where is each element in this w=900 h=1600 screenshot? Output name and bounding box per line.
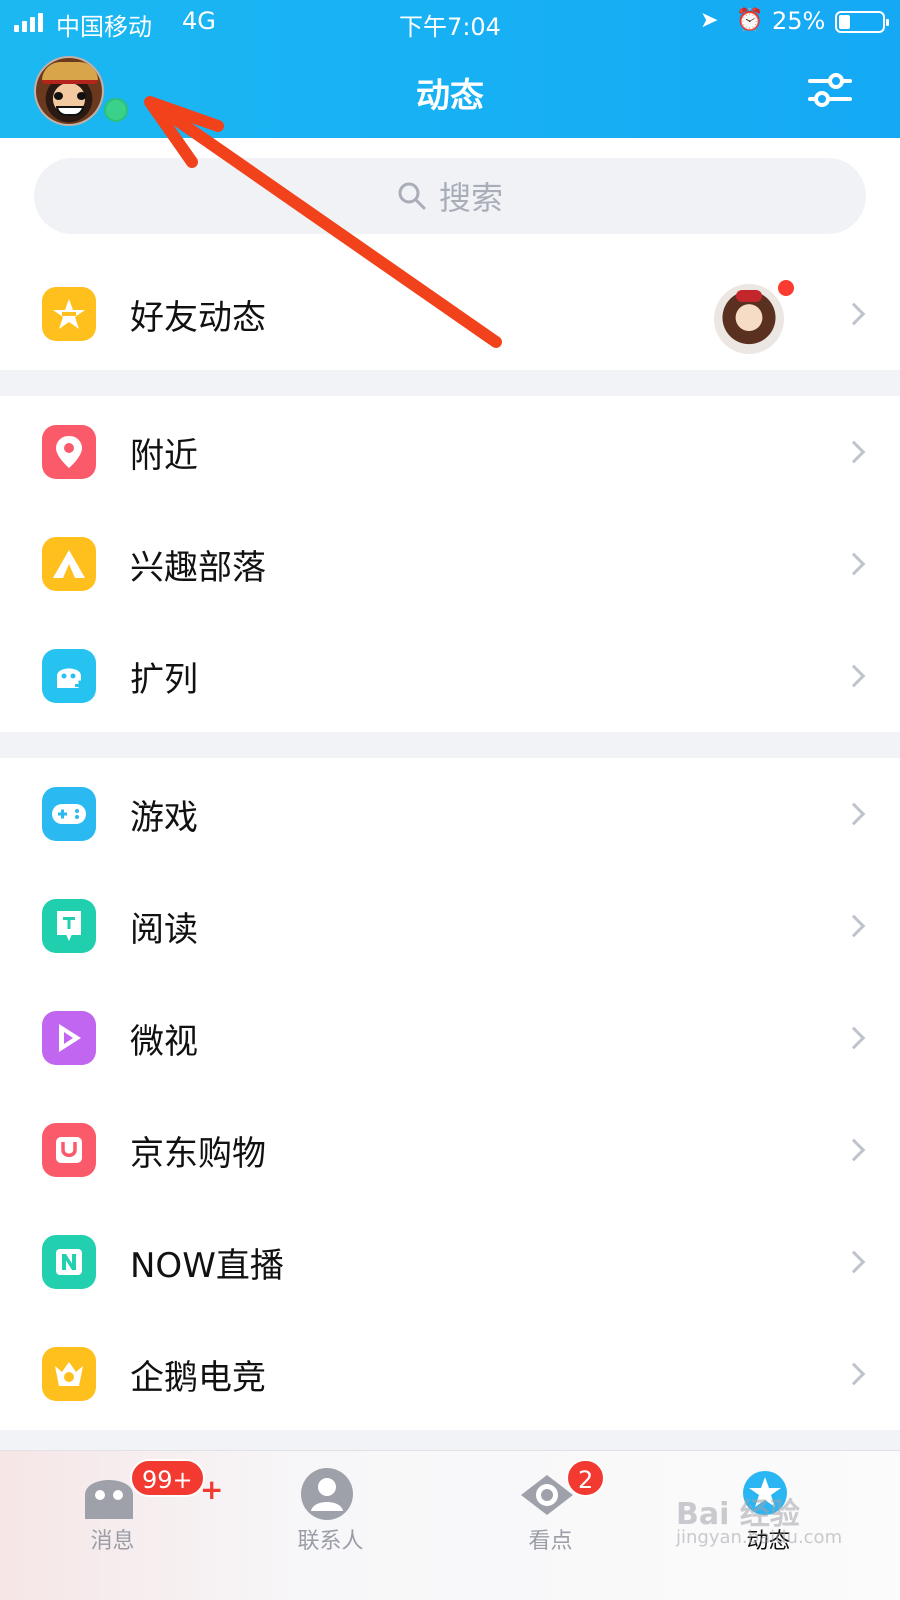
list-item-label: 游戏 — [130, 797, 198, 838]
search-placeholder: 搜索 — [438, 179, 503, 217]
gamepad-icon — [42, 787, 96, 841]
battery-percent: 25% — [772, 7, 826, 35]
tab-contacts[interactable]: 联系人 — [218, 1451, 443, 1600]
list-item-label: 附近 — [130, 435, 198, 476]
group-friends: 好友动态 — [0, 258, 900, 370]
list-item-label: 阅读 — [130, 909, 198, 950]
shopping-bag-icon — [42, 1123, 96, 1177]
list-item-label: 扩列 — [130, 659, 198, 700]
ghost-add-icon — [42, 649, 96, 703]
top-header: 中国移动 4G 下午7:04 ➤ ⏰ 25% 动态 — [0, 0, 900, 138]
now-live-icon — [42, 1235, 96, 1289]
watermark-url: jingyan.baidu.com — [676, 1527, 843, 1548]
bookmark-icon — [42, 899, 96, 953]
list-item-reading[interactable]: 阅读 — [0, 870, 900, 982]
list-item-jd-shopping[interactable]: 京东购物 — [0, 1094, 900, 1206]
chevron-right-icon — [842, 552, 866, 576]
chevron-right-icon — [842, 302, 866, 326]
tab-label: 联系人 — [297, 1529, 364, 1554]
page-title: 动态 — [416, 76, 484, 116]
unread-badge: 99+ — [130, 1459, 205, 1497]
list-item-expand[interactable]: 扩列 — [0, 620, 900, 732]
unread-dot — [776, 278, 796, 298]
list-item-games[interactable]: 游戏 — [0, 758, 900, 870]
list-item-label: 微视 — [130, 1021, 198, 1062]
qzone-star-icon — [42, 287, 96, 341]
list-item-nearby[interactable]: 附近 — [0, 396, 900, 508]
tab-messages[interactable]: 99+ + 消息 — [0, 1451, 225, 1600]
bottom-tab-bar: 99+ + 消息 联系人 2 看点 动态 Bai 经验 jingyan.baid… — [0, 1450, 900, 1600]
chevron-right-icon — [842, 914, 866, 938]
list-item-label: 京东购物 — [130, 1133, 266, 1174]
esports-crown-icon — [42, 1347, 96, 1401]
chevron-right-icon — [842, 1250, 866, 1274]
list-item-label: NOW直播 — [130, 1245, 284, 1286]
location-pin-icon — [42, 425, 96, 479]
chevron-right-icon — [842, 1026, 866, 1050]
search-icon — [398, 182, 426, 210]
chevron-right-icon — [842, 664, 866, 688]
list-item-penguin-esports[interactable]: 企鹅电竞 — [0, 1318, 900, 1430]
unread-badge: 2 — [566, 1459, 606, 1497]
tab-label: 看点 — [528, 1529, 573, 1554]
list-item-friend-feed[interactable]: 好友动态 — [0, 258, 900, 370]
battery-icon — [835, 11, 889, 33]
play-icon — [42, 1011, 96, 1065]
alarm-icon: ⏰ — [736, 8, 764, 33]
list-item-label: 企鹅电竞 — [130, 1357, 266, 1398]
battery-level — [839, 15, 850, 29]
tab-kandian[interactable]: 2 看点 — [438, 1451, 663, 1600]
list-item-label: 好友动态 — [130, 297, 266, 338]
chevron-right-icon — [842, 1362, 866, 1386]
sliders-icon[interactable] — [808, 68, 852, 112]
list-item-tribes[interactable]: 兴趣部落 — [0, 508, 900, 620]
search-area: 搜索 — [0, 138, 900, 258]
chevron-right-icon — [842, 802, 866, 826]
chevron-right-icon — [842, 1138, 866, 1162]
tab-label: 消息 — [90, 1529, 135, 1554]
tent-icon — [42, 537, 96, 591]
group-apps: 游戏 阅读 微视 京东购物 NOW直播 企鹅电竞 — [0, 758, 900, 1430]
feed-list: 搜索 好友动态 附近 兴趣部落 扩列 游戏 阅读 微视 京东购物 NOW直播 企… — [0, 138, 900, 1430]
status-bar: 中国移动 4G 下午7:04 ➤ ⏰ 25% — [0, 0, 900, 44]
group-social: 附近 兴趣部落 扩列 — [0, 396, 900, 732]
list-item-label: 兴趣部落 — [130, 547, 266, 588]
list-item-weishi[interactable]: 微视 — [0, 982, 900, 1094]
friend-avatar-thumbnail — [714, 284, 784, 354]
search-input[interactable]: 搜索 — [34, 158, 866, 234]
clock: 下午7:04 — [399, 13, 501, 41]
list-item-now-live[interactable]: NOW直播 — [0, 1206, 900, 1318]
contacts-icon — [301, 1468, 353, 1520]
location-arrow-icon: ➤ — [700, 8, 719, 33]
chevron-right-icon — [842, 440, 866, 464]
